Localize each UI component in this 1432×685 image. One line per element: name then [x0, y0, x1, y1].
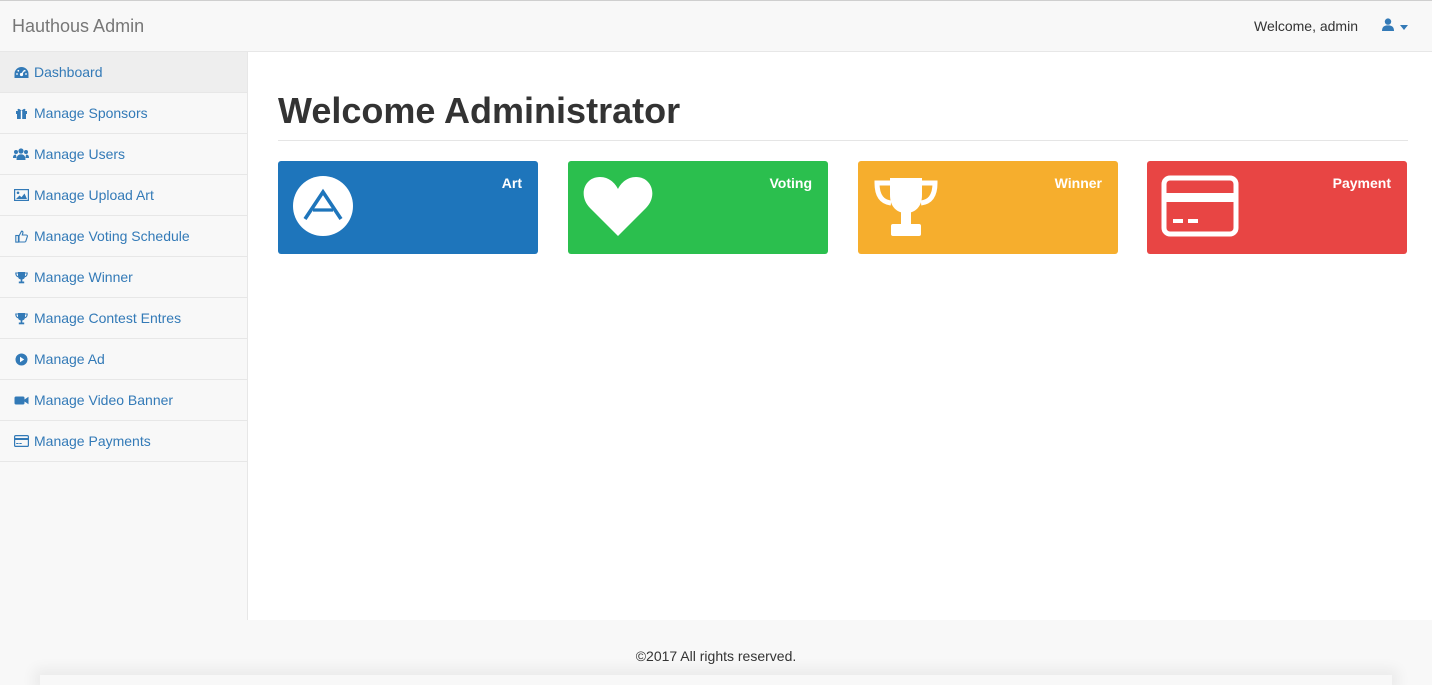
sidebar-item-label: Manage Upload Art	[34, 187, 154, 203]
sidebar-item-sponsors[interactable]: Manage Sponsors	[0, 93, 247, 134]
sidebar-item-contest-entries[interactable]: Manage Contest Entres	[0, 298, 247, 339]
welcome-text: Welcome, admin	[1253, 18, 1358, 34]
top-navbar: Hauthous Admin Welcome, admin	[0, 0, 1432, 52]
tile-label: Winner	[1054, 175, 1102, 191]
caret-down-icon	[1400, 24, 1408, 30]
user-menu-dropdown[interactable]	[1382, 18, 1408, 36]
brand-title[interactable]: Hauthous Admin	[12, 16, 144, 37]
dashboard-icon	[13, 64, 29, 80]
sidebar-item-dashboard[interactable]: Dashboard	[0, 52, 247, 93]
video-camera-icon	[13, 392, 29, 408]
sidebar-item-payments[interactable]: Manage Payments	[0, 421, 247, 462]
tile-voting[interactable]: Voting	[568, 161, 828, 254]
thumbs-up-icon	[13, 228, 29, 244]
user-icon	[1382, 18, 1394, 36]
sidebar-item-label: Manage Contest Entres	[34, 310, 182, 326]
sidebar-item-voting-schedule[interactable]: Manage Voting Schedule	[0, 216, 247, 257]
sidebar-item-winner[interactable]: Manage Winner	[0, 257, 247, 298]
play-circle-icon	[13, 351, 29, 367]
tile-payment[interactable]: Payment	[1147, 161, 1407, 254]
sidebar: Dashboard Manage Sponsors Manage Users M…	[0, 52, 248, 620]
picture-icon	[13, 187, 29, 203]
gift-icon	[13, 105, 29, 121]
footer-shadow	[40, 675, 1392, 685]
sidebar-item-label: Manage Payments	[34, 433, 151, 449]
sidebar-item-label: Manage Winner	[34, 269, 133, 285]
sidebar-item-label: Dashboard	[34, 64, 103, 80]
trophy-icon	[872, 175, 940, 244]
tile-label: Voting	[769, 175, 812, 191]
art-logo-icon	[292, 175, 354, 242]
sidebar-item-video-banner[interactable]: Manage Video Banner	[0, 380, 247, 421]
tile-label: Art	[501, 175, 522, 191]
users-icon	[13, 146, 29, 162]
page-title: Welcome Administrator	[278, 90, 681, 131]
sidebar-item-users[interactable]: Manage Users	[0, 134, 247, 175]
trophy-icon	[13, 310, 29, 326]
footer-copyright: ©2017 All rights reserved.	[635, 648, 797, 664]
footer: ©2017 All rights reserved.	[0, 620, 1432, 682]
tile-winner[interactable]: Winner	[858, 161, 1118, 254]
sidebar-item-label: Manage Voting Schedule	[34, 228, 190, 244]
main-content: Welcome Administrator Art Voting Winner …	[248, 52, 1432, 620]
credit-card-icon	[13, 433, 29, 449]
sidebar-item-label: Manage Video Banner	[34, 392, 174, 408]
sidebar-item-label: Manage Ad	[34, 351, 105, 367]
credit-card-icon	[1161, 175, 1239, 242]
sidebar-item-label: Manage Sponsors	[34, 105, 148, 121]
title-divider	[278, 140, 1408, 141]
sidebar-item-ad[interactable]: Manage Ad	[0, 339, 247, 380]
heart-icon	[582, 175, 654, 242]
sidebar-item-label: Manage Users	[34, 146, 126, 162]
sidebar-item-upload-art[interactable]: Manage Upload Art	[0, 175, 247, 216]
trophy-icon	[13, 269, 29, 285]
tile-label: Payment	[1332, 175, 1391, 191]
tile-art[interactable]: Art	[278, 161, 538, 254]
